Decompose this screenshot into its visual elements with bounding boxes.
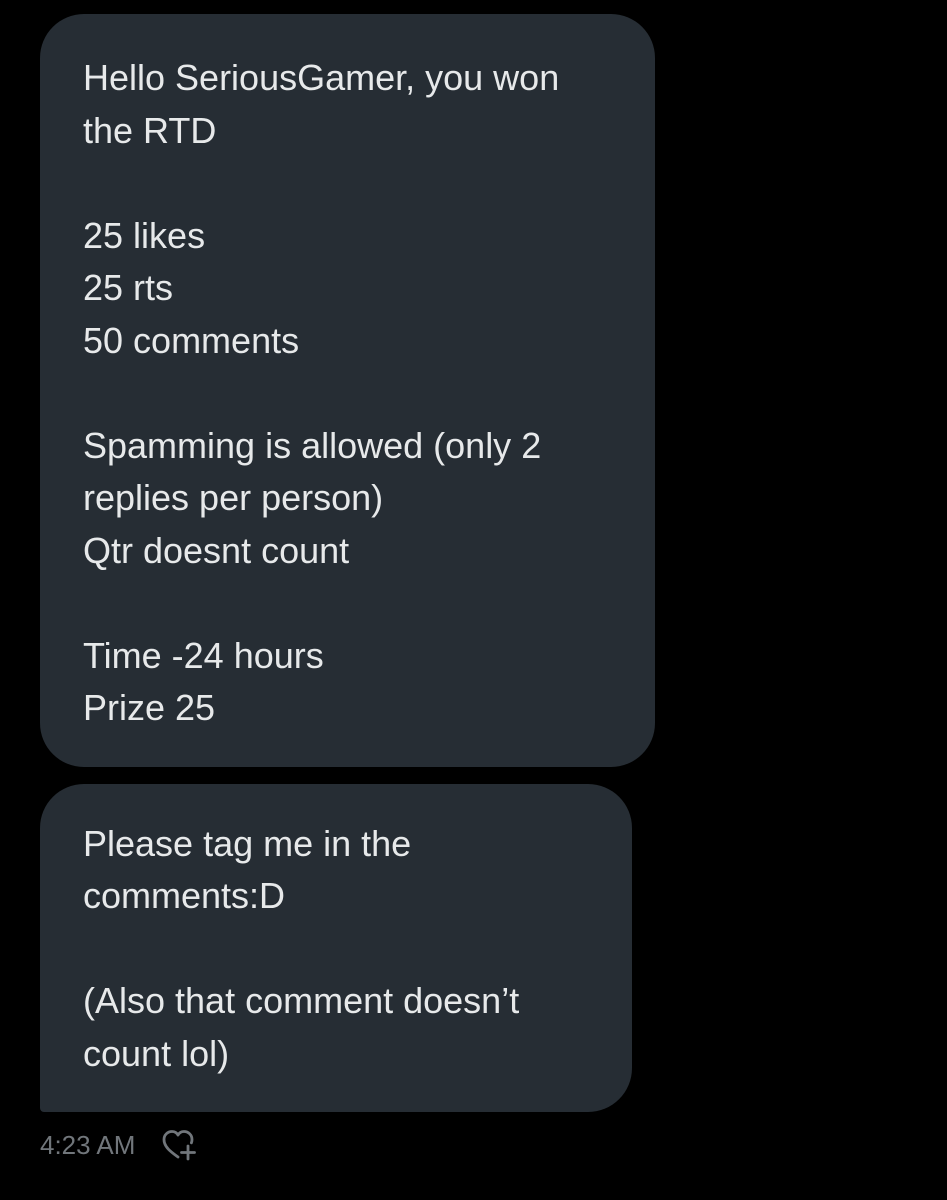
message-bubble[interactable]: Please tag me in the comments:D (Also th… <box>40 783 632 1112</box>
message-thread: Hello SeriousGamer, you won the RTD 25 l… <box>40 14 947 1162</box>
add-reaction-button[interactable] <box>159 1128 199 1162</box>
message-meta: 4:23 AM <box>40 1128 947 1162</box>
message-bubble[interactable]: Hello SeriousGamer, you won the RTD 25 l… <box>40 14 655 767</box>
heart-plus-icon <box>163 1130 197 1161</box>
message-timestamp: 4:23 AM <box>40 1130 136 1160</box>
